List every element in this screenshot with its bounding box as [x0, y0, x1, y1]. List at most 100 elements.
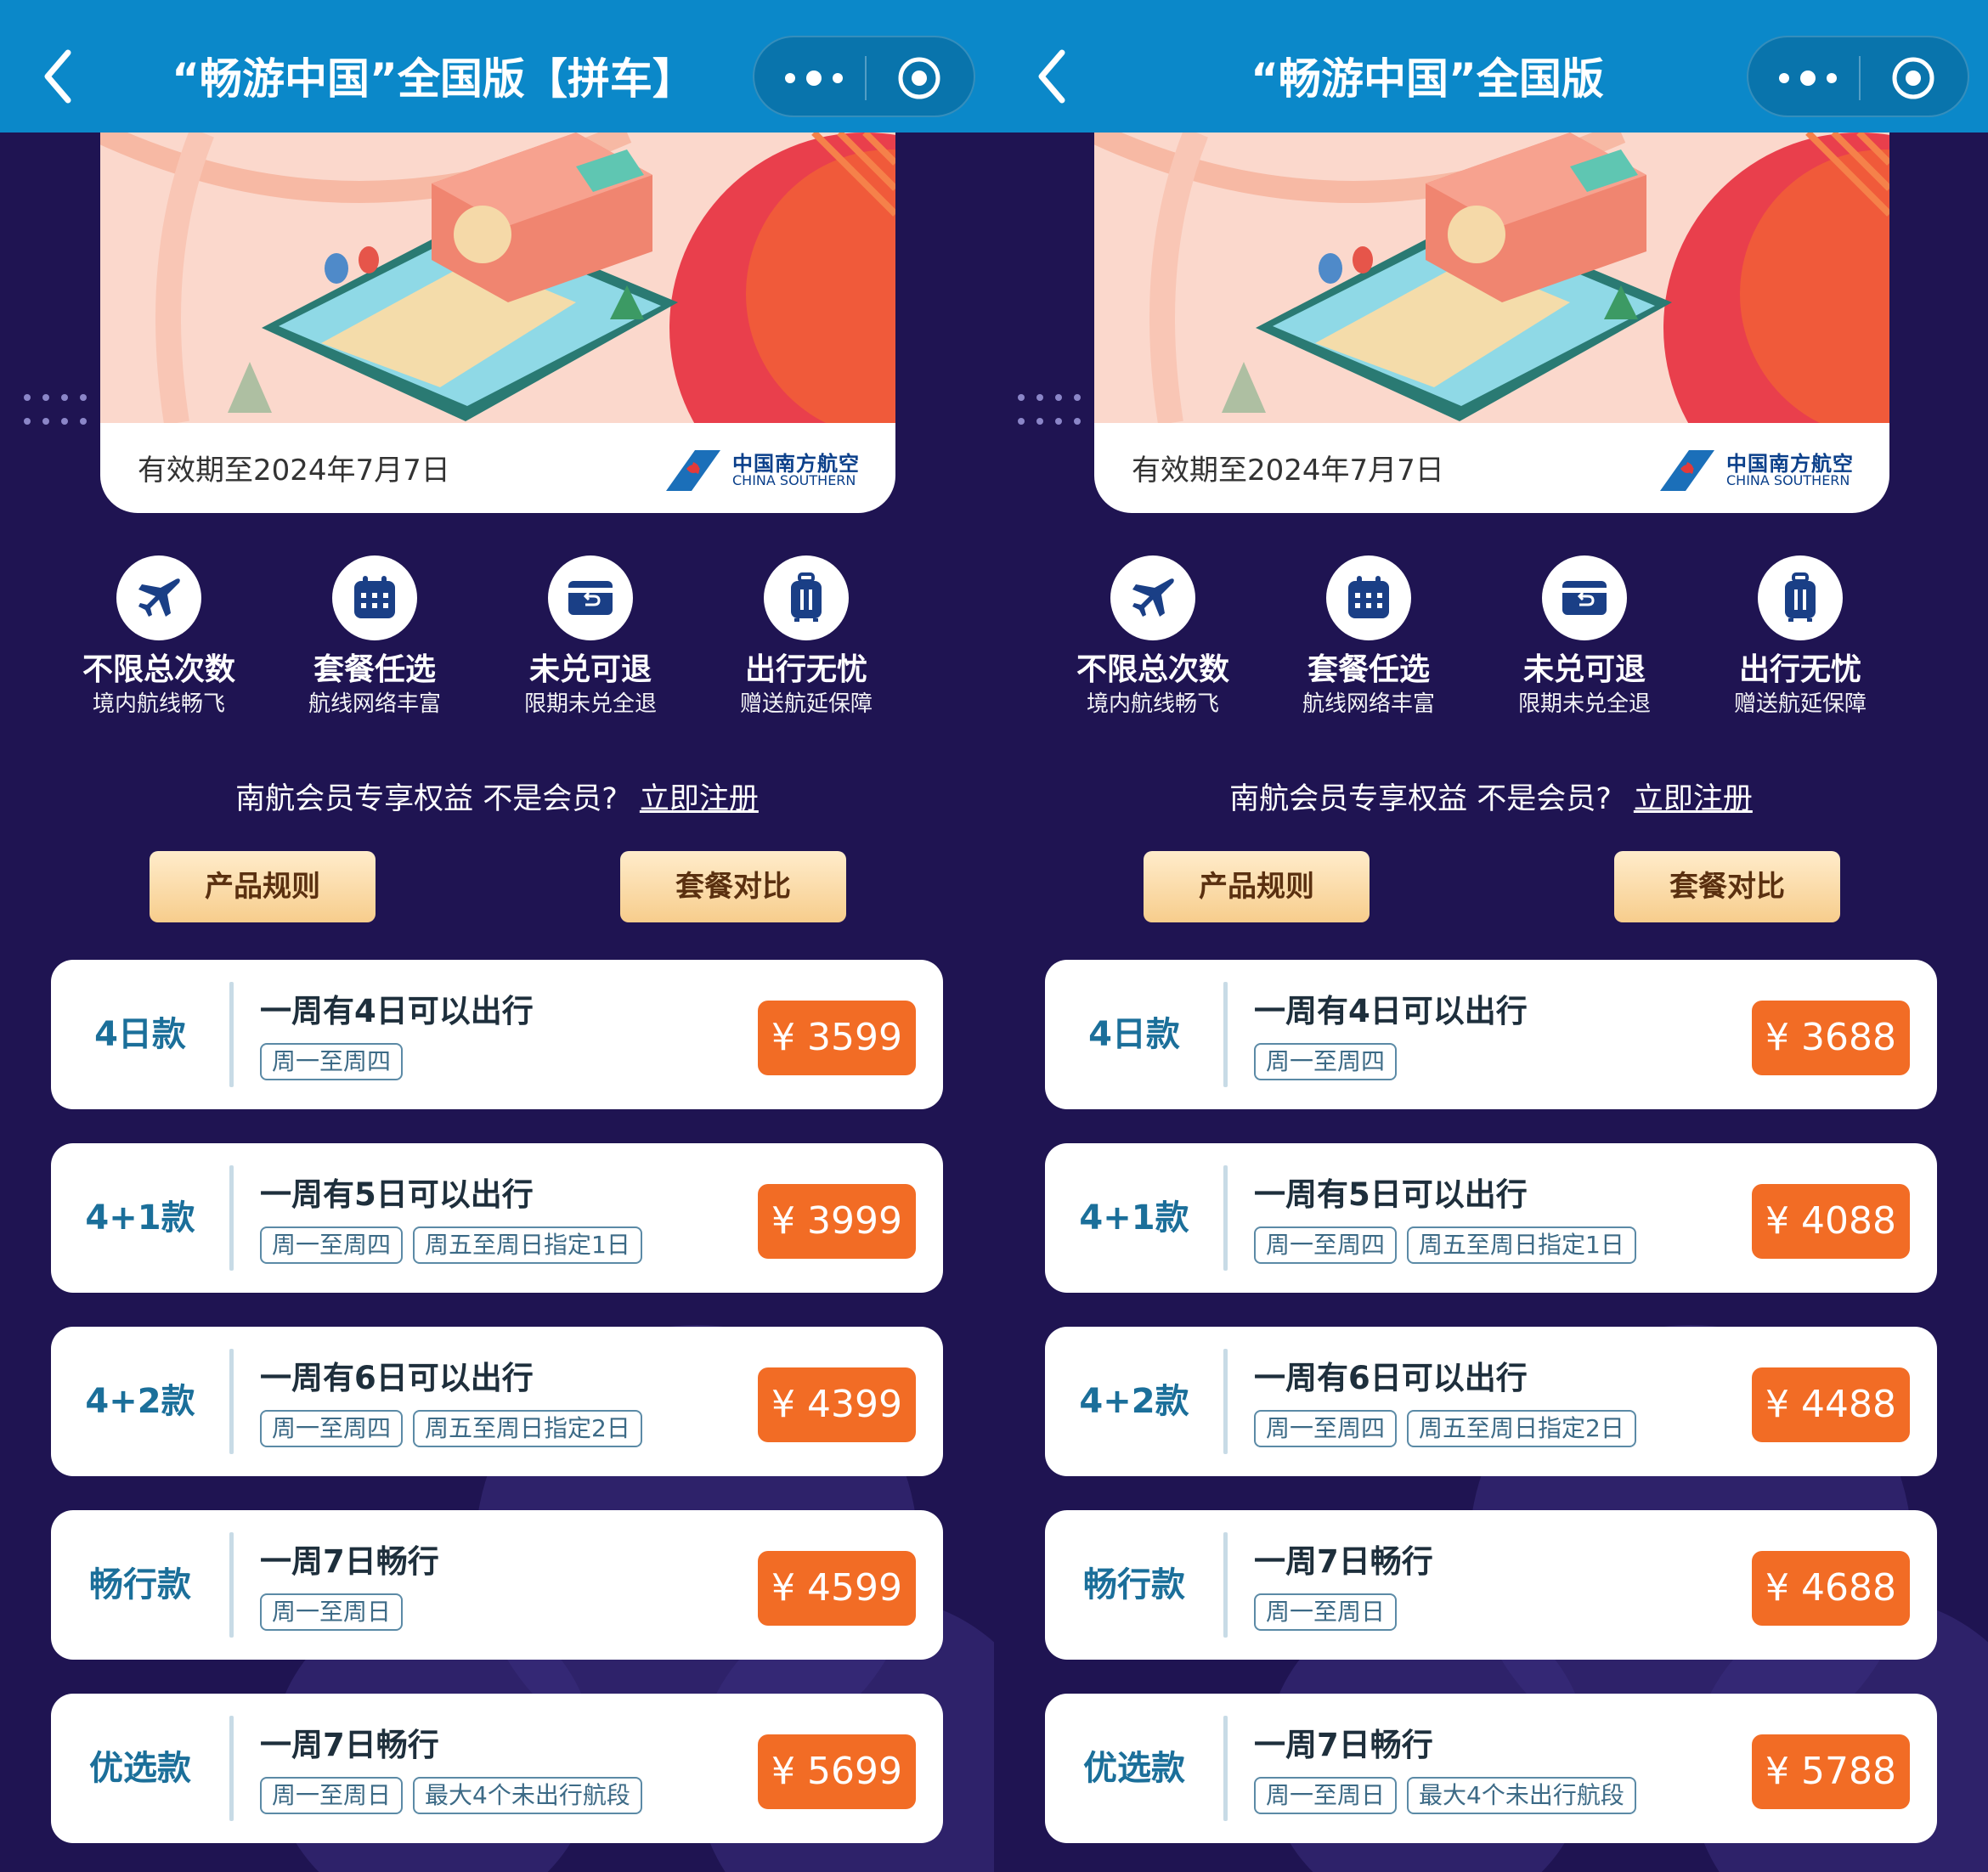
- product-tag: 周五至周日指定1日: [413, 1226, 642, 1264]
- member-notice: 南航会员专享权益 不是会员? 立即注册: [994, 775, 1988, 818]
- product-description: 一周有6日可以出行: [260, 1360, 534, 1396]
- price-button[interactable]: ¥ 3688: [1752, 1001, 1910, 1075]
- feature-title: 未兑可退: [528, 652, 652, 687]
- product-tag: 周五至周日指定2日: [1407, 1410, 1636, 1447]
- product-card[interactable]: 4+2款 一周有6日可以出行 周一至周四 周五至周日指定2日 ¥ 4399: [51, 1327, 943, 1476]
- price-button[interactable]: ¥ 4399: [758, 1367, 916, 1442]
- mini-program-screen: “畅游中国”全国版【拼车】 有效期至2024年7月7日 中国南方航空 CHINA…: [0, 0, 994, 1872]
- product-card[interactable]: 优选款 一周7日畅行 周一至周日 最大4个未出行航段 ¥ 5788: [1045, 1694, 1937, 1843]
- navigation-bar: “畅游中国”全国版: [994, 0, 1988, 133]
- package-compare-button[interactable]: 套餐对比: [620, 851, 846, 922]
- calendar-icon: [354, 576, 395, 618]
- product-card[interactable]: 4+1款 一周有5日可以出行 周一至周四 周五至周日指定1日 ¥ 3999: [51, 1143, 943, 1293]
- validity-date: 有效期至2024年7月7日: [1132, 454, 1444, 488]
- feature-icon-circle: [1758, 555, 1843, 640]
- feature-list: 不限总次数 境内航线畅飞 套餐任选 航线网络丰富 未兑可退 限期未兑全退 出行无…: [51, 555, 943, 717]
- product-name: 4+1款: [85, 1198, 195, 1238]
- feature-desc: 赠送航延保障: [739, 691, 873, 717]
- price-button[interactable]: ¥ 5699: [758, 1734, 916, 1809]
- travel-illustration: [1094, 133, 1889, 423]
- register-link[interactable]: 立即注册: [640, 782, 759, 816]
- product-name: 4日款: [1088, 1015, 1180, 1054]
- card-divider: [1223, 1349, 1228, 1454]
- airplane-icon: [138, 578, 180, 617]
- product-rules-button[interactable]: 产品规则: [1144, 851, 1370, 922]
- product-tags: 周一至周四: [260, 1043, 413, 1082]
- refund-card-icon: [568, 581, 613, 615]
- kapok-flower-icon: [666, 450, 720, 491]
- product-tag: 周一至周日: [260, 1777, 404, 1814]
- mini-program-capsule: [753, 36, 975, 117]
- member-text: 南航会员专享权益 不是会员?: [1229, 782, 1612, 816]
- product-card[interactable]: 4+1款 一周有5日可以出行 周一至周四 周五至周日指定1日 ¥ 4088: [1045, 1143, 1937, 1293]
- more-icon[interactable]: [780, 63, 848, 93]
- price-button[interactable]: ¥ 3999: [758, 1184, 916, 1259]
- feature-icon-circle: [332, 555, 417, 640]
- price-button[interactable]: ¥ 4088: [1752, 1184, 1910, 1259]
- decorative-dots: [24, 394, 87, 425]
- product-card[interactable]: 畅行款 一周7日畅行 周一至周日 ¥ 4599: [51, 1510, 943, 1660]
- capsule-divider: [865, 56, 867, 100]
- product-description: 一周有4日可以出行: [260, 993, 534, 1029]
- back-arrow-icon[interactable]: [37, 42, 85, 110]
- feature-item: 未兑可退 限期未兑全退: [483, 555, 698, 719]
- product-tags: 周一至周四 周五至周日指定1日: [1254, 1226, 1646, 1266]
- china-southern-logo: 中国南方航空 CHINA SOUTHERN: [1655, 447, 1859, 494]
- product-description: 一周有5日可以出行: [260, 1176, 534, 1213]
- back-arrow-icon[interactable]: [1031, 42, 1079, 110]
- product-rules-button[interactable]: 产品规则: [150, 851, 376, 922]
- product-name: 4+1款: [1079, 1198, 1189, 1238]
- navigation-bar: “畅游中国”全国版【拼车】: [0, 0, 994, 133]
- price-button[interactable]: ¥ 4688: [1752, 1551, 1910, 1626]
- product-tags: 周一至周日: [260, 1593, 413, 1632]
- product-name: 4+2款: [1079, 1382, 1189, 1421]
- price-button[interactable]: ¥ 4488: [1752, 1367, 1910, 1442]
- product-description: 一周7日畅行: [260, 1543, 439, 1580]
- promo-banner[interactable]: 有效期至2024年7月7日 中国南方航空 CHINA SOUTHERN: [1094, 133, 1889, 513]
- package-compare-button[interactable]: 套餐对比: [1614, 851, 1840, 922]
- feature-title: 套餐任选: [313, 652, 436, 687]
- product-tag: 周一至周四: [1254, 1226, 1398, 1264]
- page-title: “畅游中国”全国版【拼车】: [172, 54, 695, 104]
- airline-name-en: CHINA SOUTHERN: [732, 472, 856, 488]
- product-card[interactable]: 畅行款 一周7日畅行 周一至周日 ¥ 4688: [1045, 1510, 1937, 1660]
- product-card[interactable]: 4日款 一周有4日可以出行 周一至周四 ¥ 3599: [51, 960, 943, 1109]
- product-name: 4+2款: [85, 1382, 195, 1421]
- airline-name-en: CHINA SOUTHERN: [1726, 472, 1850, 488]
- product-card[interactable]: 4日款 一周有4日可以出行 周一至周四 ¥ 3688: [1045, 960, 1937, 1109]
- card-divider: [229, 982, 234, 1087]
- product-card[interactable]: 优选款 一周7日畅行 周一至周日 最大4个未出行航段 ¥ 5699: [51, 1694, 943, 1843]
- calendar-icon: [1348, 576, 1389, 618]
- feature-icon-circle: [1110, 555, 1195, 640]
- feature-desc: 限期未兑全退: [523, 691, 657, 717]
- price-button[interactable]: ¥ 3599: [758, 1001, 916, 1075]
- page-title: “畅游中国”全国版: [1251, 54, 1604, 104]
- product-tags: 周一至周日: [1254, 1593, 1407, 1632]
- price-button[interactable]: ¥ 5788: [1752, 1734, 1910, 1809]
- price-button[interactable]: ¥ 4599: [758, 1551, 916, 1626]
- airplane-icon: [1132, 578, 1174, 617]
- feature-desc: 航线网络丰富: [1302, 691, 1435, 717]
- product-card[interactable]: 4+2款 一周有6日可以出行 周一至周四 周五至周日指定2日 ¥ 4488: [1045, 1327, 1937, 1476]
- feature-list: 不限总次数 境内航线畅飞 套餐任选 航线网络丰富 未兑可退 限期未兑全退 出行无…: [1045, 555, 1937, 717]
- product-description: 一周7日畅行: [1254, 1727, 1433, 1763]
- feature-title: 套餐任选: [1307, 652, 1430, 687]
- card-divider: [1223, 1165, 1228, 1271]
- refund-card-icon: [1562, 581, 1607, 615]
- close-target-icon[interactable]: [897, 56, 941, 100]
- close-target-icon[interactable]: [1891, 56, 1935, 100]
- product-tag: 最大4个未出行航段: [1407, 1777, 1636, 1814]
- suitcase-icon: [791, 572, 822, 622]
- product-tag: 周一至周四: [260, 1410, 404, 1447]
- feature-item: 出行无忧 赠送航延保障: [1692, 555, 1908, 719]
- more-icon[interactable]: [1774, 63, 1842, 93]
- product-tag: 周一至周日: [1254, 1593, 1398, 1631]
- product-tags: 周一至周日 最大4个未出行航段: [260, 1777, 652, 1816]
- product-name: 优选款: [1083, 1749, 1185, 1788]
- register-link[interactable]: 立即注册: [1634, 782, 1753, 816]
- mini-program-capsule: [1747, 36, 1969, 117]
- card-divider: [1223, 1716, 1228, 1821]
- product-tags: 周一至周四 周五至周日指定2日: [1254, 1410, 1646, 1449]
- feature-title: 出行无忧: [744, 652, 867, 687]
- promo-banner[interactable]: 有效期至2024年7月7日 中国南方航空 CHINA SOUTHERN: [100, 133, 895, 513]
